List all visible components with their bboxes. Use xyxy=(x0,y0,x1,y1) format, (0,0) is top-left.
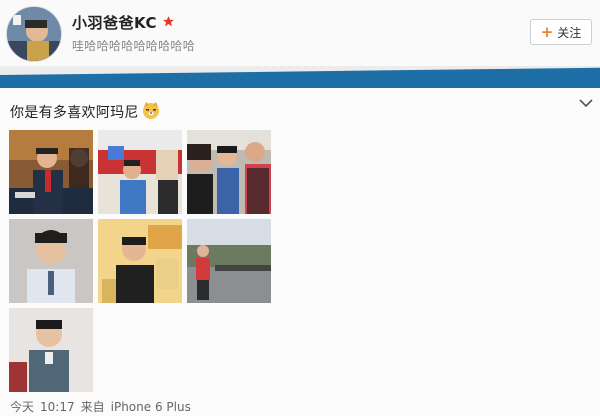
post-time: 10:17 xyxy=(40,400,75,414)
username[interactable]: 小羽爸爸KC xyxy=(72,12,175,33)
plus-icon: + xyxy=(540,22,554,41)
avatar[interactable] xyxy=(6,6,62,62)
source-prefix: 来自 xyxy=(80,400,105,414)
vip-star-icon xyxy=(162,14,175,32)
photo-5[interactable] xyxy=(98,219,182,303)
chevron-down-icon[interactable] xyxy=(578,95,594,111)
photo-1[interactable] xyxy=(9,130,93,214)
doge-emoji-icon xyxy=(142,101,160,123)
divider-band xyxy=(0,66,600,88)
follow-button[interactable]: + 关注 xyxy=(530,19,592,45)
photo-7[interactable] xyxy=(9,308,93,392)
post-text-content: 你是有多喜欢阿玛尼 xyxy=(10,105,139,121)
user-bio: 哇哈哈哈哈哈哈哈哈哈 xyxy=(72,39,196,53)
photo-4[interactable] xyxy=(9,219,93,303)
post-text: 你是有多喜欢阿玛尼 xyxy=(10,101,160,123)
username-text[interactable]: 小羽爸爸KC xyxy=(72,12,157,33)
photo-2[interactable] xyxy=(98,130,182,214)
source-device[interactable]: iPhone 6 Plus xyxy=(111,400,191,414)
photo-3[interactable] xyxy=(187,130,271,214)
post-date: 今天 xyxy=(10,400,35,414)
post-footer: 今天 10:17 来自 iPhone 6 Plus xyxy=(10,398,197,415)
photo-6[interactable] xyxy=(187,219,271,303)
profile-header: 小羽爸爸KC 哇哈哈哈哈哈哈哈哈哈 + 关注 xyxy=(0,0,600,66)
follow-label: 关注 xyxy=(557,25,582,40)
